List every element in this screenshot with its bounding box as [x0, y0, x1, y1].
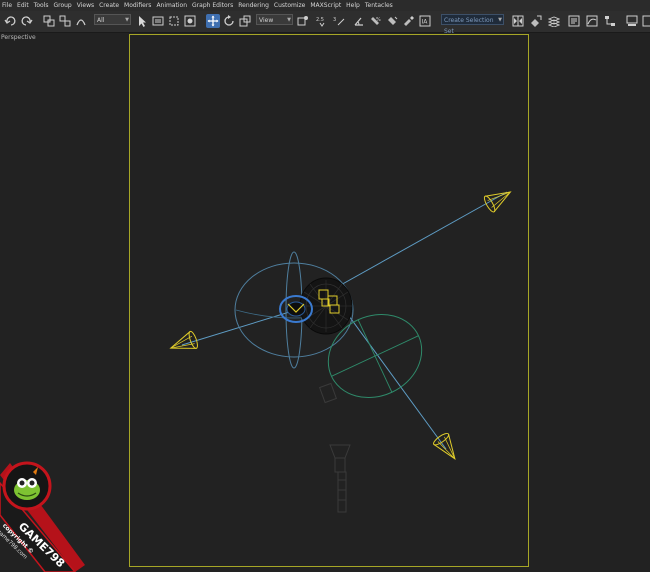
- camera-rig-wireframe[interactable]: [318, 382, 351, 513]
- game798-logo: GAME798 copyright © game798.com: [0, 461, 85, 572]
- spotlight-cone-top-right[interactable]: [483, 184, 515, 213]
- spotlight-cone-left[interactable]: [168, 330, 200, 356]
